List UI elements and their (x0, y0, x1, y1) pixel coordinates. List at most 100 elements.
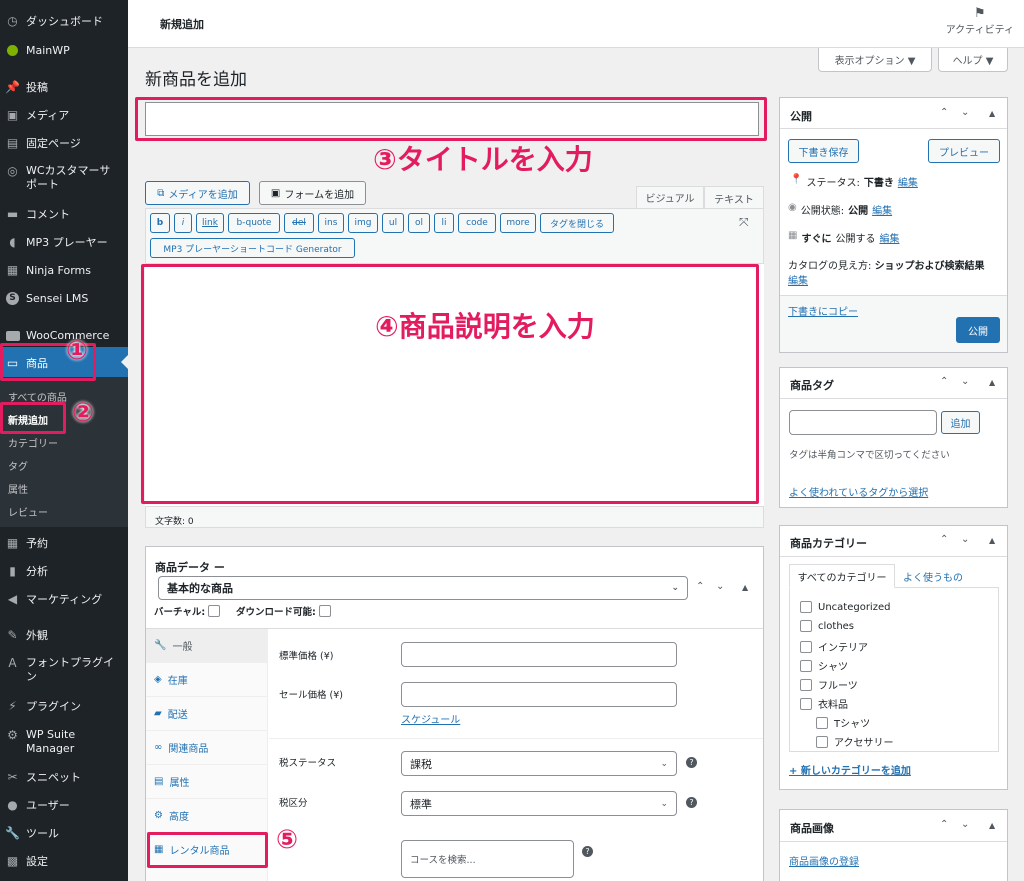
product-tab-general[interactable]: 🔧 一般 (146, 629, 268, 663)
set-product-image-link[interactable]: 商品画像の登録 (789, 853, 859, 868)
sidebar-item-snippets[interactable]: ✂ スニペット (0, 770, 128, 785)
toggle-icon[interactable]: ▲ (989, 109, 995, 118)
help-icon[interactable]: ? (686, 797, 697, 808)
qt-ul-button[interactable]: ul (382, 213, 404, 233)
qt-code-button[interactable]: code (458, 213, 496, 233)
qt-link-button[interactable]: link (196, 213, 224, 233)
product-tab-shipping[interactable]: ▰ 配送 (146, 697, 268, 731)
add-tag-button[interactable]: 追加 (941, 411, 980, 434)
category-checkbox[interactable] (816, 716, 828, 729)
move-up-icon[interactable]: ⌃ (940, 376, 948, 387)
move-down-icon[interactable]: ⌄ (961, 534, 969, 545)
save-draft-button[interactable]: 下書き保存 (788, 139, 859, 163)
qt-close-tags-button[interactable]: タグを閉じる (540, 213, 614, 233)
preview-button[interactable]: プレビュー (928, 139, 1000, 163)
sidebar-item-sensei[interactable]: S Sensei LMS (0, 291, 128, 306)
sidebar-item-media[interactable]: ▣ メディア (0, 108, 128, 123)
tab-text[interactable]: テキスト (704, 186, 764, 209)
qt-del-button[interactable]: del (284, 213, 314, 233)
virtual-option[interactable]: バーチャル: (154, 604, 221, 618)
add-form-button[interactable]: ▣ フォームを追加 (259, 181, 366, 205)
category-checkbox[interactable] (800, 659, 812, 672)
tab-visual[interactable]: ビジュアル (636, 186, 704, 209)
help-icon[interactable]: ? (686, 757, 697, 768)
publish-button[interactable]: 公開 (956, 317, 1000, 343)
sidebar-item-analytics[interactable]: ▮ 分析 (0, 564, 128, 579)
sidebar-item-settings[interactable]: ▩ 設定 (0, 854, 128, 869)
move-down-icon[interactable]: ⌄ (961, 819, 969, 830)
regular-price-input[interactable] (401, 642, 677, 667)
popular-tags-link[interactable]: よく使われているタグから選択 (789, 484, 928, 499)
copy-to-draft-link[interactable]: 下書きにコピー (788, 303, 858, 318)
sidebar-item-posts[interactable]: 📌 投稿 (0, 80, 128, 95)
product-tab-advanced[interactable]: ⚙ 高度 (146, 799, 268, 833)
sale-price-input[interactable] (401, 682, 677, 707)
move-down-icon[interactable]: ⌄ (716, 581, 724, 592)
category-checkbox[interactable] (800, 678, 812, 691)
qt-more-button[interactable]: more (500, 213, 536, 233)
add-new-category-link[interactable]: + 新しいカテゴリーを追加 (789, 762, 911, 777)
virtual-checkbox[interactable] (208, 605, 221, 617)
sidebar-item-mainwp[interactable]: MainWP (0, 43, 128, 58)
qt-ins-button[interactable]: ins (318, 213, 344, 233)
sidebar-item-ninja-forms[interactable]: ▦ Ninja Forms (0, 263, 128, 278)
toggle-icon[interactable]: ▲ (989, 536, 995, 545)
submenu-attributes[interactable]: 属性 (0, 481, 128, 496)
sidebar-item-tools[interactable]: 🔧 ツール (0, 826, 128, 841)
add-media-button[interactable]: ⧉ メディアを追加 (145, 181, 250, 205)
tax-status-select[interactable]: 課税 ⌄ (401, 751, 677, 776)
downloadable-checkbox[interactable] (318, 605, 331, 617)
toggle-icon[interactable]: ▲ (742, 583, 748, 592)
sidebar-item-users[interactable]: ● ユーザー (0, 798, 128, 813)
submenu-tags[interactable]: タグ (0, 458, 128, 473)
tax-class-select[interactable]: 標準 ⌄ (401, 791, 677, 816)
tab-all-categories[interactable]: すべてのカテゴリー (789, 564, 895, 588)
sidebar-item-pages[interactable]: ▤ 固定ページ (0, 136, 128, 151)
sidebar-item-comments[interactable]: ▬ コメント (0, 207, 128, 222)
screen-options-button[interactable]: 表示オプション ▼ (818, 48, 932, 72)
sidebar-item-wc-support[interactable]: ◎ WCカスタマーサポート (0, 164, 128, 192)
sidebar-item-bookings[interactable]: ▦ 予約 (0, 536, 128, 551)
help-icon[interactable]: ? (582, 846, 593, 857)
toggle-icon[interactable]: ▲ (989, 821, 995, 830)
category-item[interactable]: フルーツ (800, 677, 858, 692)
move-up-icon[interactable]: ⌃ (940, 534, 948, 545)
move-down-icon[interactable]: ⌄ (961, 107, 969, 118)
tab-popular-categories[interactable]: よく使うもの (903, 569, 963, 584)
product-tab-linked[interactable]: ∞ 関連商品 (146, 731, 268, 765)
sidebar-item-woocommerce[interactable]: WooCommerce (0, 328, 128, 343)
qt-img-button[interactable]: img (348, 213, 378, 233)
fullscreen-icon[interactable]: ⤧ (739, 215, 749, 230)
category-item[interactable]: シャツ (800, 658, 848, 673)
category-item[interactable]: アクセサリー (816, 734, 894, 749)
category-item[interactable]: 衣料品 (800, 696, 848, 711)
sidebar-item-mp3[interactable]: ◖ MP3 プレーヤー (0, 235, 128, 250)
activity-button[interactable]: ⚑ アクティビティ (946, 6, 1014, 36)
sidebar-item-plugins[interactable]: ⚡ プラグイン (0, 699, 128, 714)
sidebar-item-appearance[interactable]: ✎ 外観 (0, 628, 128, 643)
sidebar-item-marketing[interactable]: ◀ マーケティング (0, 592, 128, 607)
product-type-select[interactable]: 基本的な商品 ⌄ (158, 576, 688, 600)
tag-input[interactable] (789, 410, 937, 435)
category-item[interactable]: インテリア (800, 639, 868, 654)
category-checkbox[interactable] (816, 735, 828, 748)
product-tab-attributes[interactable]: ▤ 属性 (146, 765, 268, 799)
move-up-icon[interactable]: ⌃ (696, 581, 704, 592)
downloadable-option[interactable]: ダウンロード可能: (236, 604, 331, 618)
qt-ol-button[interactable]: ol (408, 213, 430, 233)
toggle-icon[interactable]: ▲ (989, 378, 995, 387)
course-search-input[interactable]: コースを検索... (401, 840, 574, 878)
category-item[interactable]: Tシャツ (816, 715, 870, 730)
qt-blockquote-button[interactable]: b-quote (228, 213, 280, 233)
category-checkbox[interactable] (800, 601, 812, 613)
sidebar-item-dashboard[interactable]: ◷ ダッシュボード (0, 14, 128, 29)
category-checkbox[interactable] (800, 620, 812, 632)
move-up-icon[interactable]: ⌃ (940, 819, 948, 830)
qt-li-button[interactable]: li (434, 213, 454, 233)
qt-bold-button[interactable]: b (150, 213, 170, 233)
schedule-link[interactable]: スケジュール (401, 711, 460, 726)
sidebar-item-wp-suite[interactable]: ⚙ WP Suite Manager (0, 728, 128, 756)
category-item[interactable]: clothes (800, 620, 854, 632)
visibility-edit-link[interactable]: 編集 (872, 202, 892, 217)
catalog-edit-link[interactable]: 編集 (788, 276, 808, 287)
